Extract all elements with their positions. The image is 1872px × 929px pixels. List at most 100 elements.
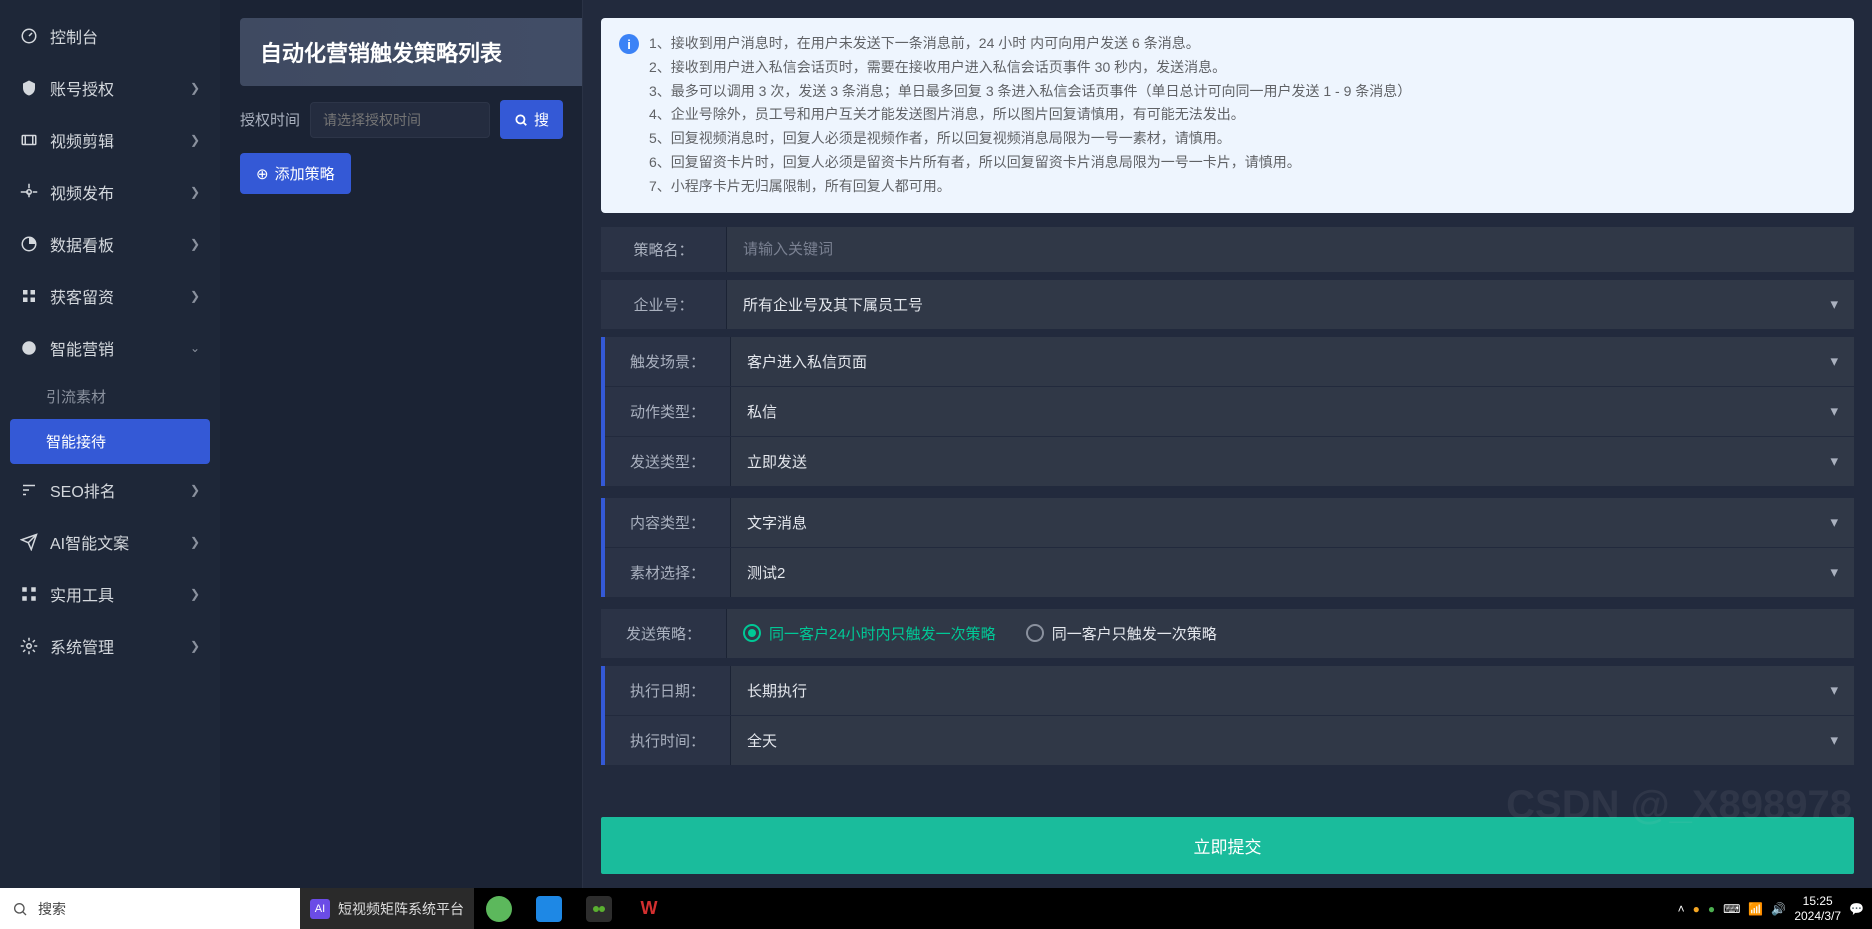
add-strategy-button[interactable]: ⊕ 添加策略 (240, 153, 351, 194)
tray-volume-icon[interactable]: 🔊 (1771, 902, 1786, 916)
nav-smart-marketing[interactable]: 智能营销 ⌄ (0, 322, 220, 374)
chevron-right-icon: ❯ (190, 587, 200, 601)
select-enterprise[interactable]: 所有企业号及其下属员工号 ▾ (727, 280, 1854, 329)
row-exec-time[interactable]: 执行时间： 全天▾ (605, 716, 1854, 765)
radio-icon (1026, 624, 1044, 642)
nav-auth[interactable]: 账号授权 ❯ (0, 62, 220, 114)
select-send-type[interactable]: 立即发送▾ (731, 437, 1854, 486)
customer-icon (20, 287, 38, 305)
taskbar-icon-1[interactable] (474, 888, 524, 929)
taskbar-pinned: W (474, 888, 674, 929)
subnav-smart-reception[interactable]: 智能接待 (10, 419, 210, 464)
nav-video-edit[interactable]: 视频剪辑 ❯ (0, 114, 220, 166)
search-button[interactable]: 搜 (500, 100, 563, 139)
row-content-type[interactable]: 内容类型： 文字消息▾ (605, 498, 1854, 547)
chevron-down-icon: ▾ (1830, 731, 1838, 749)
nav-video-publish[interactable]: 视频发布 ❯ (0, 166, 220, 218)
nav-label: 实用工具 (50, 582, 114, 606)
tray-keyboard-icon[interactable]: ⌨ (1723, 902, 1740, 916)
radio-strategy-24h[interactable]: 同一客户24小时内只触发一次策略 (743, 623, 996, 644)
row-enterprise[interactable]: 企业号： 所有企业号及其下属员工号 ▾ (601, 280, 1854, 329)
chevron-right-icon: ❯ (190, 535, 200, 549)
select-action-type[interactable]: 私信▾ (731, 387, 1854, 436)
label-content-type: 内容类型： (605, 498, 731, 547)
system-icon (20, 637, 38, 655)
select-material[interactable]: 测试2▾ (731, 548, 1854, 597)
taskbar-search[interactable]: 搜索 (0, 888, 300, 929)
info-list: 1、接收到用户消息时，在用户未发送下一条消息前，24 小时 内可向用户发送 6 … (649, 32, 1411, 199)
ai-writing-icon (20, 533, 38, 551)
nav-ai-writing[interactable]: AI智能文案 ❯ (0, 516, 220, 568)
chevron-down-icon: ▾ (1830, 681, 1838, 699)
select-trigger-scene[interactable]: 客户进入私信页面▾ (731, 337, 1854, 386)
radio-icon (743, 624, 761, 642)
nav-seo[interactable]: SEO排名 ❯ (0, 464, 220, 516)
taskbar-icon-2[interactable] (524, 888, 574, 929)
info-item: 6、回复留资卡片时，回复人必须是留资卡片所有者，所以回复留资卡片消息局限为一号一… (649, 151, 1411, 175)
auth-icon (20, 79, 38, 97)
submit-wrap: 立即提交 (583, 803, 1872, 888)
form-area: 策略名： 企业号： 所有企业号及其下属员工号 ▾ 触发场景： 客户进入私 (583, 227, 1872, 803)
row-send-type[interactable]: 发送类型： 立即发送▾ (605, 437, 1854, 486)
chevron-right-icon: ❯ (190, 639, 200, 653)
label-send-strategy: 发送策略： (601, 609, 727, 658)
chevron-right-icon: ❯ (190, 289, 200, 303)
chevron-down-icon: ▾ (1830, 513, 1838, 531)
nav-label: AI智能文案 (50, 530, 129, 554)
nav-label: SEO排名 (50, 478, 116, 502)
nav-system[interactable]: 系统管理 ❯ (0, 620, 220, 672)
taskbar-app[interactable]: AI 短视频矩阵系统平台 (300, 888, 474, 929)
label-strategy-name: 策略名： (601, 227, 727, 272)
search-icon (514, 113, 528, 127)
label-send-type: 发送类型： (605, 437, 731, 486)
radio-strategy-once[interactable]: 同一客户只触发一次策略 (1026, 623, 1217, 644)
chevron-right-icon: ❯ (190, 237, 200, 251)
taskbar-icon-3[interactable] (574, 888, 624, 929)
taskbar: 搜索 AI 短视频矩阵系统平台 W ˄ ● ● ⌨ 📶 🔊 15:25 2024… (0, 888, 1872, 929)
auth-time-input[interactable] (310, 102, 490, 138)
main-content: 自动化营销触发策略列表 授权时间 搜 ⊕ 添加策略 i 1、接收到用户消息时，在… (220, 0, 1872, 888)
search-icon (12, 901, 28, 917)
tray-chevron-icon[interactable]: ˄ (1678, 902, 1685, 916)
taskbar-clock[interactable]: 15:25 2024/3/7 (1794, 894, 1841, 923)
tray-icon[interactable]: ● (1693, 902, 1700, 916)
subnav-drainage-material[interactable]: 引流素材 (0, 374, 220, 419)
group-content: 内容类型： 文字消息▾ 素材选择： 测试2▾ (601, 498, 1854, 597)
chevron-right-icon: ❯ (190, 185, 200, 199)
tools-icon (20, 585, 38, 603)
subnav-smart-marketing: 引流素材 智能接待 (0, 374, 220, 464)
submit-button[interactable]: 立即提交 (601, 817, 1854, 874)
chevron-down-icon: ▾ (1830, 563, 1838, 581)
select-exec-time[interactable]: 全天▾ (731, 716, 1854, 765)
chevron-down-icon: ▾ (1830, 402, 1838, 420)
nav-label: 视频剪辑 (50, 128, 114, 152)
row-material[interactable]: 素材选择： 测试2▾ (605, 548, 1854, 597)
row-trigger-scene[interactable]: 触发场景： 客户进入私信页面▾ (605, 337, 1854, 386)
nav-tools[interactable]: 实用工具 ❯ (0, 568, 220, 620)
nav-customer[interactable]: 获客留资 ❯ (0, 270, 220, 322)
taskbar-icon-4[interactable]: W (624, 888, 674, 929)
app-title: 短视频矩阵系统平台 (338, 899, 464, 919)
info-item: 1、接收到用户消息时，在用户未发送下一条消息前，24 小时 内可向用户发送 6 … (649, 32, 1411, 56)
nav-data-board[interactable]: 数据看板 ❯ (0, 218, 220, 270)
tray-notifications-icon[interactable]: 💬 (1849, 902, 1864, 916)
search-label: 搜 (534, 109, 549, 130)
value-strategy-name[interactable] (727, 227, 1854, 272)
nav-label: 系统管理 (50, 634, 114, 658)
tray-icon[interactable]: ● (1708, 902, 1715, 916)
info-box: i 1、接收到用户消息时，在用户未发送下一条消息前，24 小时 内可向用户发送 … (601, 18, 1854, 213)
select-content-type[interactable]: 文字消息▾ (731, 498, 1854, 547)
clock-time: 15:25 (1794, 894, 1841, 908)
strategy-name-input[interactable] (743, 241, 1838, 258)
add-label: 添加策略 (275, 163, 335, 184)
tray-wifi-icon[interactable]: 📶 (1748, 902, 1763, 916)
nav-label: 账号授权 (50, 76, 114, 100)
row-action-type[interactable]: 动作类型： 私信▾ (605, 387, 1854, 436)
chevron-down-icon: ▾ (1830, 352, 1838, 370)
row-strategy-name: 策略名： (601, 227, 1854, 272)
info-item: 7、小程序卡片无归属限制，所有回复人都可用。 (649, 175, 1411, 199)
select-exec-date[interactable]: 长期执行▾ (731, 666, 1854, 715)
nav-dashboard[interactable]: 控制台 (0, 10, 220, 62)
chevron-down-icon: ▾ (1830, 452, 1838, 470)
row-exec-date[interactable]: 执行日期： 长期执行▾ (605, 666, 1854, 715)
